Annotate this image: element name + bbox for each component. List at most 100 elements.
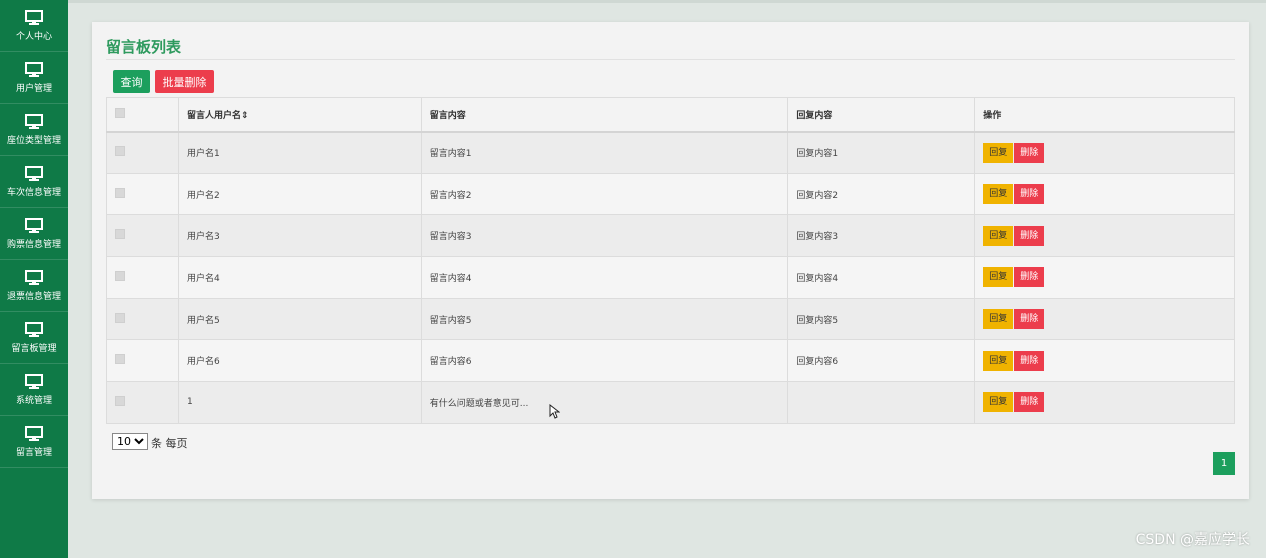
cell-username: 用户名5 (177, 297, 422, 341)
row-checkbox[interactable] (115, 354, 125, 365)
pagination-page-button[interactable]: 1 (1213, 452, 1235, 475)
sidebar-item-label: 系统管理 (15, 395, 52, 406)
column-header-username[interactable]: 留言人用户名⇕ (177, 97, 422, 133)
cell-content: 有什么问题或者意见可... (420, 381, 789, 424)
sidebar-item-user-management[interactable]: 用户管理 (0, 52, 68, 104)
delete-button[interactable]: 删除 (1014, 350, 1045, 371)
sidebar-item-message-board-management[interactable]: 留言板管理 (0, 312, 68, 364)
select-all-cell (106, 97, 179, 133)
cell-reply (787, 381, 976, 424)
sidebar-item-label: 购票信息管理 (6, 239, 61, 250)
row-select-cell (106, 339, 179, 383)
sidebar-item-label: 留言板管理 (11, 343, 57, 354)
cell-reply: 回复内容3 (787, 214, 976, 258)
table-row: 用户名3 留言内容3 回复内容3 回复 删除 (106, 214, 1235, 258)
column-header-actions: 操作 (974, 97, 1235, 133)
column-header-content: 留言内容 (420, 97, 789, 133)
sidebar-item-label: 用户管理 (15, 83, 52, 94)
row-checkbox[interactable] (115, 270, 125, 281)
table-row: 用户名2 留言内容2 回复内容2 回复 删除 (106, 172, 1235, 216)
monitor-icon (25, 217, 43, 233)
page-title: 留言板列表 (106, 38, 182, 56)
delete-button[interactable]: 删除 (1014, 142, 1045, 163)
row-select-cell (106, 381, 179, 424)
delete-button[interactable]: 删除 (1014, 267, 1045, 288)
column-header-label: 留言人用户名 (186, 110, 241, 121)
delete-button[interactable]: 删除 (1014, 225, 1045, 246)
sidebar-item-train-info-management[interactable]: 车次信息管理 (0, 156, 68, 208)
reply-button[interactable]: 回复 (983, 142, 1014, 163)
row-select-cell (106, 297, 179, 341)
sidebar-item-personal-center[interactable]: 个人中心 (0, 0, 68, 52)
cell-actions: 回复 删除 (974, 131, 1235, 174)
sidebar-item-label: 车次信息管理 (6, 187, 61, 198)
cell-username: 用户名4 (177, 256, 422, 299)
reply-button[interactable]: 回复 (983, 225, 1014, 246)
table-row: 用户名6 留言内容6 回复内容6 回复 删除 (106, 339, 1235, 383)
cell-content: 留言内容2 (420, 172, 789, 216)
delete-button[interactable]: 删除 (1014, 309, 1045, 330)
row-checkbox[interactable] (115, 146, 125, 157)
cell-username: 1 (177, 381, 422, 424)
message-board-panel: 留言板列表 查询 批量删除 留言人用户名⇕ 留言内容 回复内容 操作 用户名1 留… (92, 22, 1249, 499)
title-divider (106, 59, 1235, 60)
top-border (68, 0, 1266, 3)
monitor-icon (25, 269, 43, 285)
monitor-icon (25, 373, 43, 389)
message-table: 留言人用户名⇕ 留言内容 回复内容 操作 用户名1 留言内容1 回复内容1 回复 删除用… (106, 97, 1235, 424)
cell-content: 留言内容5 (420, 297, 789, 341)
delete-button[interactable]: 删除 (1014, 392, 1045, 413)
cell-content: 留言内容3 (420, 214, 789, 258)
select-all-checkbox[interactable] (115, 107, 125, 118)
table-row: 用户名1 留言内容1 回复内容1 回复 删除 (106, 131, 1235, 174)
reply-button[interactable]: 回复 (983, 184, 1014, 205)
table-row: 用户名4 留言内容4 回复内容4 回复 删除 (106, 256, 1235, 299)
monitor-icon (25, 321, 43, 337)
reply-button[interactable]: 回复 (983, 309, 1014, 330)
row-select-cell (106, 214, 179, 258)
page-size-select[interactable]: 10 (112, 433, 148, 450)
row-checkbox[interactable] (115, 395, 125, 406)
cell-content: 留言内容6 (420, 339, 789, 383)
cell-actions: 回复 删除 (974, 297, 1235, 341)
cell-reply: 回复内容6 (787, 339, 976, 383)
column-header-reply: 回复内容 (787, 97, 976, 133)
row-checkbox[interactable] (115, 187, 125, 198)
row-select-cell (106, 131, 179, 174)
page-size-suffix: 条 每页 (151, 437, 188, 450)
table-row: 用户名5 留言内容5 回复内容5 回复 删除 (106, 297, 1235, 341)
sidebar-item-label: 座位类型管理 (6, 135, 61, 146)
cell-content: 留言内容1 (420, 131, 789, 174)
row-select-cell (106, 172, 179, 216)
sidebar-item-refund-management[interactable]: 退票信息管理 (0, 260, 68, 312)
reply-button[interactable]: 回复 (983, 267, 1014, 288)
sidebar-item-system-management[interactable]: 系统管理 (0, 364, 68, 416)
cell-actions: 回复 删除 (974, 172, 1235, 216)
cell-actions: 回复 删除 (974, 339, 1235, 383)
reply-button[interactable]: 回复 (983, 392, 1014, 413)
row-checkbox[interactable] (115, 312, 125, 323)
cell-username: 用户名2 (177, 172, 422, 216)
monitor-icon (25, 61, 43, 77)
sort-icon[interactable]: ⇕ (241, 111, 249, 121)
table-header-row: 留言人用户名⇕ 留言内容 回复内容 操作 (106, 97, 1235, 133)
cell-reply: 回复内容5 (787, 297, 976, 341)
row-checkbox[interactable] (115, 229, 125, 240)
reply-button[interactable]: 回复 (983, 350, 1014, 371)
sidebar-item-ticket-purchase-management[interactable]: 购票信息管理 (0, 208, 68, 260)
sidebar-item-message-management[interactable]: 留言管理 (0, 416, 68, 468)
cell-username: 用户名1 (177, 131, 422, 174)
delete-button[interactable]: 删除 (1014, 184, 1045, 205)
cell-reply: 回复内容1 (787, 131, 976, 174)
watermark: CSDN @嘉应学长 (1135, 532, 1250, 548)
monitor-icon (25, 113, 43, 129)
row-select-cell (106, 256, 179, 299)
monitor-icon (25, 165, 43, 181)
batch-delete-button[interactable]: 批量删除 (155, 70, 214, 93)
sidebar-item-label: 个人中心 (15, 31, 52, 42)
sidebar-item-seat-type-management[interactable]: 座位类型管理 (0, 104, 68, 156)
sidebar-item-label: 退票信息管理 (6, 291, 61, 302)
query-button[interactable]: 查询 (113, 70, 150, 93)
table-row: 1 有什么问题或者意见可... 回复 删除 (106, 381, 1235, 424)
cell-content: 留言内容4 (420, 256, 789, 299)
